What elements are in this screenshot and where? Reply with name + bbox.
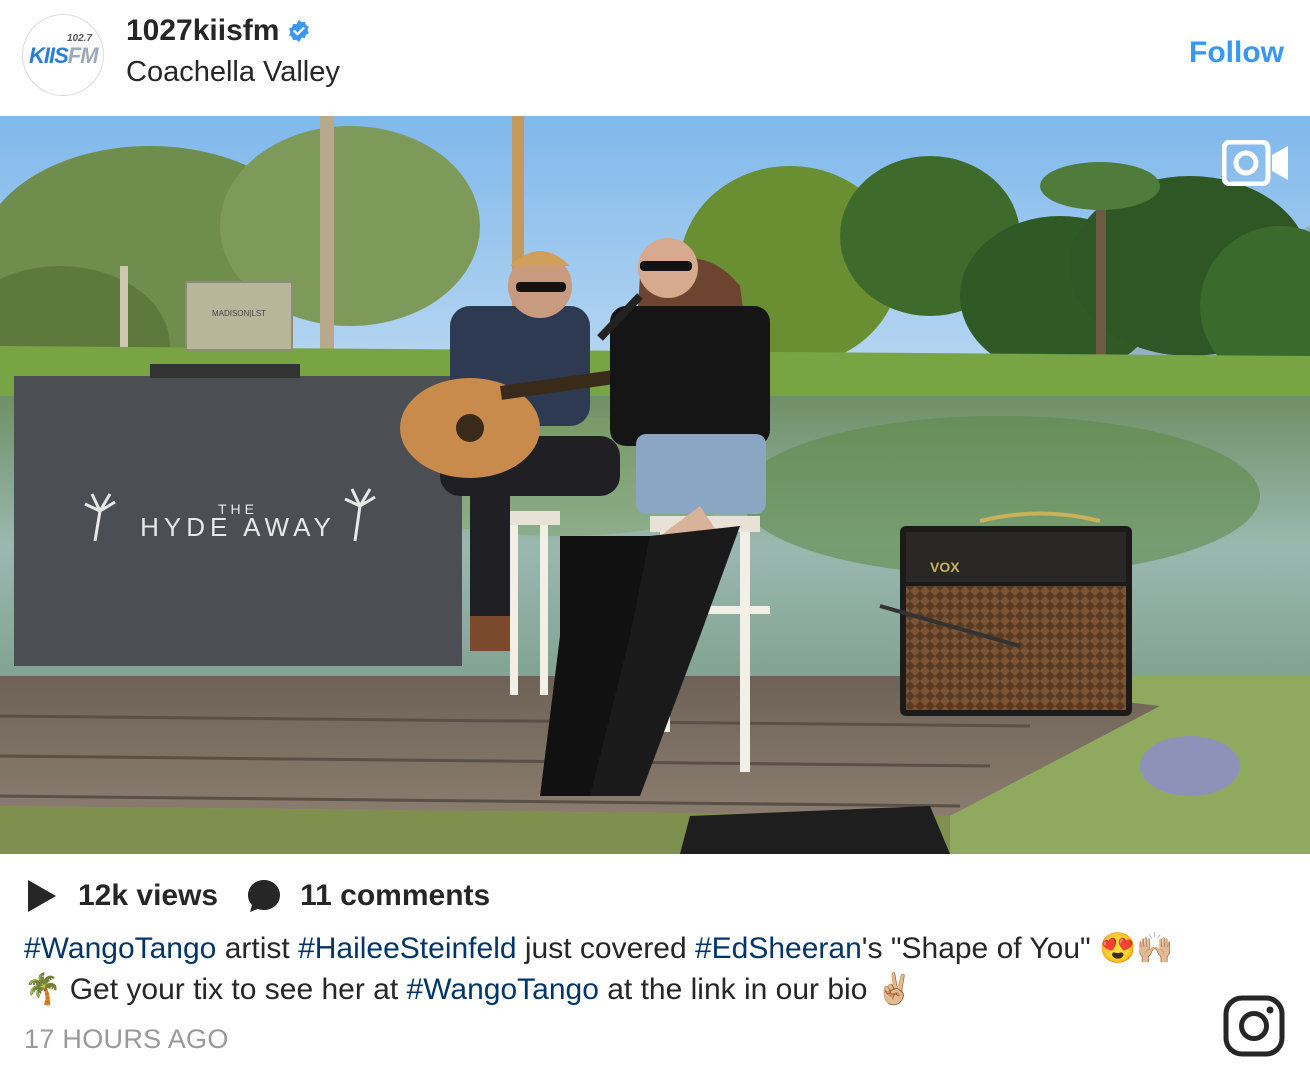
comments-count[interactable]: 11 comments (300, 879, 490, 913)
caption-text: artist (216, 932, 299, 965)
follow-button[interactable]: Follow (1189, 36, 1284, 70)
verified-icon (289, 20, 310, 42)
caption-text: at the link in our bio ✌🏼 (598, 973, 914, 1006)
video-frame: THE HYDE AWAY MADISON|LST VOX (0, 116, 1310, 854)
video-media[interactable]: THE HYDE AWAY MADISON|LST VOX (0, 116, 1310, 854)
comment-icon[interactable] (246, 878, 282, 914)
instagram-icon[interactable] (1222, 994, 1286, 1058)
hashtag-link[interactable]: #WangoTango (407, 973, 599, 1006)
caption-text: just covered (516, 932, 695, 965)
laptop-sticker: MADISON|LST (212, 309, 266, 318)
hashtag-link[interactable]: #HaileeSteinfeld (298, 932, 516, 965)
banner-name: HYDE AWAY (140, 512, 336, 542)
username[interactable]: 1027kiisfm (126, 14, 279, 48)
hashtag-link[interactable]: #EdSheeran (695, 932, 862, 965)
timestamp[interactable]: 17 HOURS AGO (24, 1024, 229, 1055)
avatar[interactable]: 102.7 KIISFM (22, 14, 104, 96)
avatar-logo: KIISFM (29, 43, 99, 68)
views-count: 12k views (78, 879, 219, 912)
username-row: 1027kiisfm (126, 14, 311, 48)
amp-brand: VOX (930, 559, 960, 575)
location[interactable]: Coachella Valley (126, 56, 340, 89)
post-stats: 12k views 11 comments (26, 878, 490, 914)
hashtag-link[interactable]: #WangoTango (24, 932, 216, 965)
post-caption: #WangoTango artist #HaileeSteinfeld just… (24, 928, 1184, 1010)
play-icon (28, 880, 56, 912)
video-camera-icon (1222, 140, 1288, 186)
post-header: 102.7 KIISFM 1027kiisfm Coachella Valley… (0, 0, 1310, 116)
